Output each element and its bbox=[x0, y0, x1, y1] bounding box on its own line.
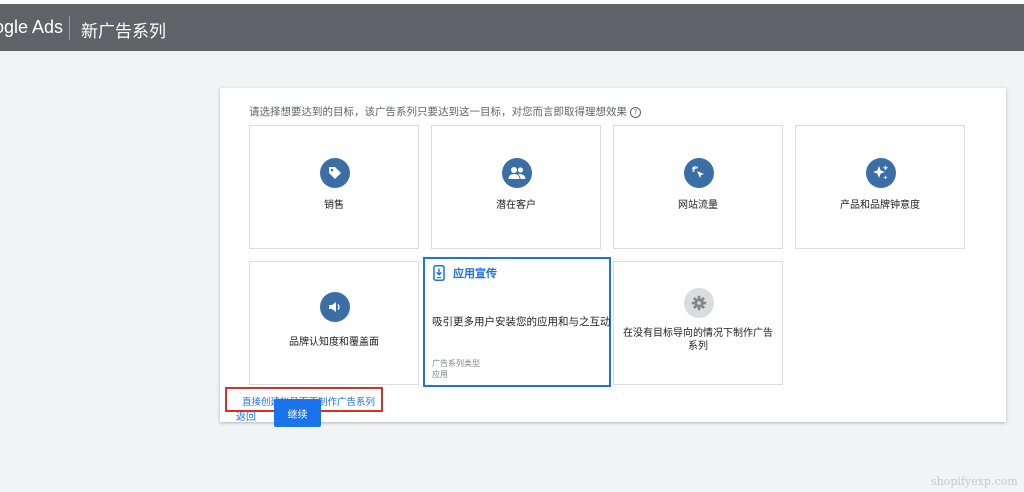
selected-card-title: 应用宣传 bbox=[453, 267, 497, 280]
cursor-click-icon bbox=[684, 158, 714, 188]
goal-card-brand-awareness-reach[interactable]: 品牌认知度和覆盖面 bbox=[249, 261, 419, 385]
campaign-type-meta: 广告系列类型 应用 bbox=[432, 358, 480, 380]
goal-selection-panel: 请选择想要达到的目标，该广告系列只要达到这一目标，对您而言即取得理想效果? 销售… bbox=[220, 88, 1006, 422]
main-canvas: 请选择想要达到的目标，该广告系列只要达到这一目标，对您而言即取得理想效果? 销售… bbox=[0, 51, 1024, 492]
back-button[interactable]: 返回 bbox=[236, 408, 256, 423]
goal-card-sales[interactable]: 销售 bbox=[249, 125, 419, 249]
goal-card-label: 销售 bbox=[324, 200, 344, 211]
gear-icon bbox=[684, 288, 714, 318]
header-divider bbox=[69, 16, 70, 40]
page-title: 新广告系列 bbox=[81, 22, 166, 42]
goal-card-label: 网站流量 bbox=[678, 200, 718, 211]
goal-card-product-brand-consideration[interactable]: 产品和品牌钟意度 bbox=[795, 125, 965, 249]
goal-card-app-promotion[interactable]: 应用宣传 吸引更多用户安装您的应用和与之互动 广告系列类型 应用 bbox=[423, 257, 611, 387]
goal-card-label: 在没有目标导向的情况下制作广告系列 bbox=[623, 328, 773, 352]
continue-button[interactable]: 继续 bbox=[274, 399, 321, 427]
selected-card-description: 吸引更多用户安装您的应用和与之互动 bbox=[432, 316, 611, 328]
phone-download-icon bbox=[433, 265, 445, 281]
app-header: ogle Ads 新广告系列 bbox=[0, 4, 1024, 51]
goal-card-label: 产品和品牌钟意度 bbox=[840, 200, 920, 211]
campaign-type-value: 应用 bbox=[432, 370, 448, 379]
goal-card-leads[interactable]: 潜在客户 bbox=[431, 125, 601, 249]
sparkle-icon bbox=[866, 158, 896, 188]
selected-card-header: 应用宣传 bbox=[433, 265, 497, 281]
brand-logo-text[interactable]: ogle Ads bbox=[0, 17, 63, 38]
goal-card-website-traffic[interactable]: 网站流量 bbox=[613, 125, 783, 249]
goal-card-label: 品牌认知度和覆盖面 bbox=[289, 337, 379, 348]
speaker-icon bbox=[320, 292, 350, 322]
goal-card-label: 潜在客户 bbox=[496, 200, 536, 211]
question-circle-icon[interactable]: ? bbox=[630, 107, 641, 118]
tag-icon bbox=[320, 158, 350, 188]
people-icon bbox=[502, 158, 532, 188]
campaign-type-label: 广告系列类型 bbox=[432, 359, 480, 368]
goal-prompt: 请选择想要达到的目标，该广告系列只要达到这一目标，对您而言即取得理想效果? bbox=[249, 104, 641, 119]
watermark-text: shopifyexp.com bbox=[931, 475, 1018, 488]
goal-card-no-goal[interactable]: 在没有目标导向的情况下制作广告系列 bbox=[613, 261, 783, 385]
goal-prompt-text: 请选择想要达到的目标，该广告系列只要达到这一目标，对您而言即取得理想效果 bbox=[249, 106, 627, 118]
